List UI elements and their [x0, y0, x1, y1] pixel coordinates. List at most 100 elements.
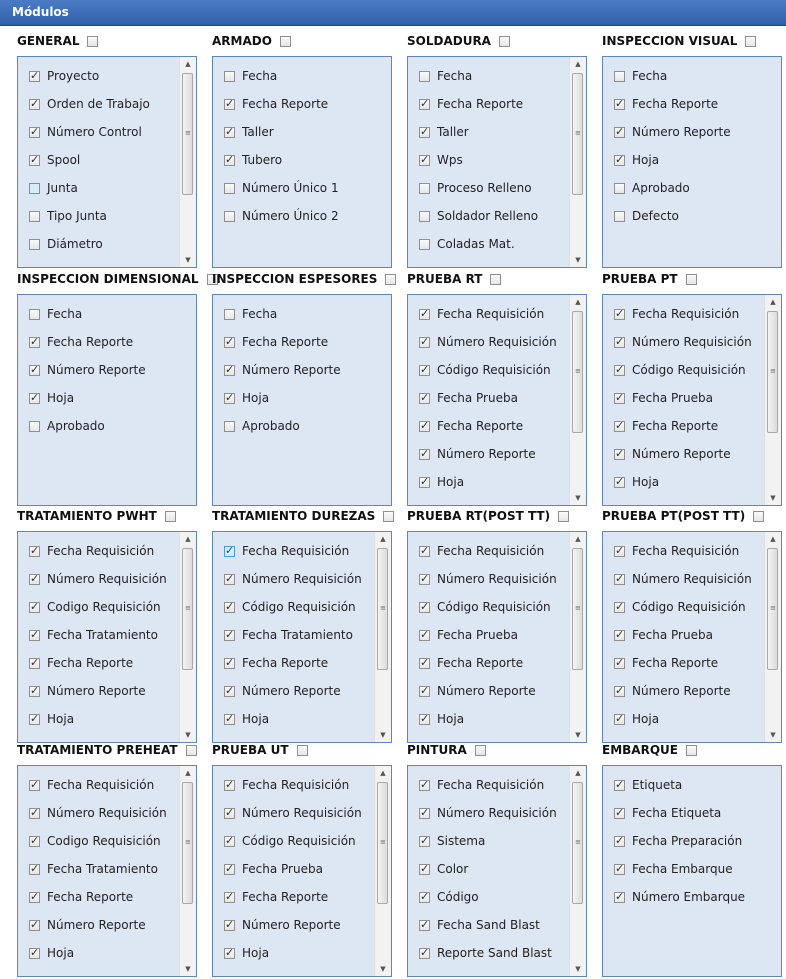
field-option[interactable]: Número Reporte — [224, 915, 341, 935]
select-all-checkbox[interactable] — [745, 35, 757, 47]
field-listbox[interactable]: Fecha Fecha Reporte Número Reporte Hoja Apro… — [602, 56, 782, 268]
field-option[interactable]: Fecha Reporte — [224, 94, 328, 114]
field-option[interactable]: Número Requisición — [224, 569, 362, 589]
scroll-thumb[interactable]: ≡ — [572, 782, 583, 904]
field-option[interactable]: Fecha Requisición — [419, 304, 544, 324]
listbox-scrollbar[interactable]: ▲ ≡ ▼ — [179, 532, 196, 742]
field-option[interactable]: Proceso Relleno — [419, 178, 532, 198]
select-all-checkbox[interactable] — [685, 744, 697, 756]
field-checkbox[interactable] — [614, 306, 625, 322]
field-checkbox[interactable] — [419, 627, 430, 643]
field-checkbox[interactable] — [614, 571, 625, 587]
field-option[interactable]: Codigo Requisición — [29, 831, 161, 851]
scroll-down-arrow-icon[interactable]: ▼ — [570, 491, 586, 505]
field-checkbox[interactable] — [419, 683, 430, 699]
field-listbox[interactable]: Fecha Requisición Número Requisición Códig… — [407, 531, 587, 743]
field-option[interactable]: Número Reporte — [419, 444, 536, 464]
field-option[interactable]: Hoja — [29, 709, 74, 729]
field-checkbox[interactable] — [29, 861, 40, 877]
field-option[interactable]: Número Requisición — [419, 569, 557, 589]
field-listbox[interactable]: Fecha Requisición Número Requisición Códig… — [212, 765, 392, 977]
field-option[interactable]: Hoja — [614, 150, 659, 170]
field-option[interactable]: Junta — [29, 178, 78, 198]
field-option[interactable]: Fecha Reporte — [614, 416, 718, 436]
scroll-thumb[interactable]: ≡ — [572, 548, 583, 670]
field-option[interactable]: Fecha — [29, 304, 82, 324]
field-checkbox[interactable] — [224, 599, 235, 615]
field-checkbox[interactable] — [614, 655, 625, 671]
field-option[interactable]: Número Reporte — [29, 681, 146, 701]
field-option[interactable]: Hoja — [419, 472, 464, 492]
field-checkbox[interactable] — [29, 152, 40, 168]
select-all-checkbox[interactable] — [685, 273, 697, 285]
field-checkbox[interactable] — [614, 152, 625, 168]
field-checkbox[interactable] — [614, 627, 625, 643]
field-option[interactable]: Número Reporte — [29, 915, 146, 935]
select-all-checkbox[interactable] — [164, 510, 176, 522]
field-option[interactable]: Fecha Embarque — [614, 859, 733, 879]
listbox-scrollbar[interactable]: ▲ ≡ ▼ — [374, 532, 391, 742]
field-option[interactable]: Número Requisición — [614, 332, 752, 352]
listbox-scrollbar[interactable]: ▲ ≡ ▼ — [569, 532, 586, 742]
field-option[interactable]: Fecha Reporte — [614, 94, 718, 114]
scroll-up-arrow-icon[interactable]: ▲ — [570, 532, 586, 546]
listbox-scrollbar[interactable]: ▲ ≡ ▼ — [764, 295, 781, 505]
field-option[interactable]: Aprobado — [29, 416, 105, 436]
field-option[interactable]: Número Reporte — [224, 681, 341, 701]
field-checkbox[interactable] — [614, 390, 625, 406]
field-option[interactable]: Fecha Tratamiento — [29, 859, 158, 879]
field-option[interactable]: Orden de Trabajo — [29, 94, 150, 114]
field-checkbox[interactable] — [224, 683, 235, 699]
field-option[interactable]: Fecha Requisición — [419, 775, 544, 795]
field-option[interactable]: Fecha — [224, 66, 277, 86]
field-checkbox[interactable] — [29, 683, 40, 699]
field-option[interactable]: Número Reporte — [29, 360, 146, 380]
field-option[interactable]: Sistema — [419, 831, 485, 851]
listbox-scrollbar[interactable]: ▲ ≡ ▼ — [179, 766, 196, 976]
field-checkbox[interactable] — [419, 238, 430, 250]
field-checkbox[interactable] — [614, 543, 625, 559]
field-option[interactable]: Código — [419, 887, 479, 907]
field-option[interactable]: Fecha Reporte — [224, 653, 328, 673]
field-option[interactable]: Número Único 2 — [224, 206, 339, 226]
field-option[interactable]: Fecha — [224, 304, 277, 324]
field-checkbox[interactable] — [224, 543, 235, 559]
field-checkbox[interactable] — [614, 124, 625, 140]
field-option[interactable]: Fecha Requisición — [419, 541, 544, 561]
listbox-scrollbar[interactable]: ▲ ≡ ▼ — [569, 766, 586, 976]
field-checkbox[interactable] — [419, 124, 430, 140]
field-option[interactable]: Número Reporte — [614, 122, 731, 142]
field-checkbox[interactable] — [614, 861, 625, 877]
field-option[interactable]: Fecha Requisición — [29, 775, 154, 795]
field-checkbox[interactable] — [29, 124, 40, 140]
field-checkbox[interactable] — [29, 777, 40, 793]
field-option[interactable]: Wps — [419, 150, 463, 170]
field-checkbox[interactable] — [224, 889, 235, 905]
field-checkbox[interactable] — [224, 308, 235, 320]
field-checkbox[interactable] — [419, 390, 430, 406]
field-checkbox[interactable] — [419, 182, 430, 194]
listbox-scrollbar[interactable]: ▲ ≡ ▼ — [374, 766, 391, 976]
field-option[interactable]: Hoja — [224, 943, 269, 963]
listbox-scrollbar[interactable]: ▲ ≡ ▼ — [764, 532, 781, 742]
field-option[interactable]: Fecha Requisición — [614, 304, 739, 324]
select-all-checkbox[interactable] — [279, 35, 291, 47]
field-option[interactable]: Hoja — [224, 388, 269, 408]
field-option[interactable]: Hoja — [29, 943, 74, 963]
field-checkbox[interactable] — [419, 210, 430, 222]
field-listbox[interactable]: Fecha Requisición Número Requisición Códig… — [212, 531, 392, 743]
field-option[interactable]: Hoja — [614, 709, 659, 729]
field-option[interactable]: Fecha Reporte — [419, 94, 523, 114]
field-checkbox[interactable] — [29, 627, 40, 643]
field-checkbox[interactable] — [224, 420, 235, 432]
field-listbox[interactable]: Fecha Fecha Reporte Número Reporte Hoja Apro… — [17, 294, 197, 506]
field-listbox[interactable]: Fecha Fecha Reporte Número Reporte Hoja Apro… — [212, 294, 392, 506]
field-checkbox[interactable] — [224, 124, 235, 140]
field-option[interactable]: Código Requisición — [419, 360, 551, 380]
scroll-thumb[interactable]: ≡ — [182, 782, 193, 904]
field-option[interactable]: Fecha Prueba — [419, 625, 518, 645]
field-option[interactable]: Fecha Prueba — [614, 625, 713, 645]
field-option[interactable]: Código Requisición — [224, 597, 356, 617]
field-listbox[interactable]: Fecha Fecha Reporte Taller Wps Proceso Relle… — [407, 56, 587, 268]
field-option[interactable]: Coladas Mat. — [419, 234, 515, 254]
